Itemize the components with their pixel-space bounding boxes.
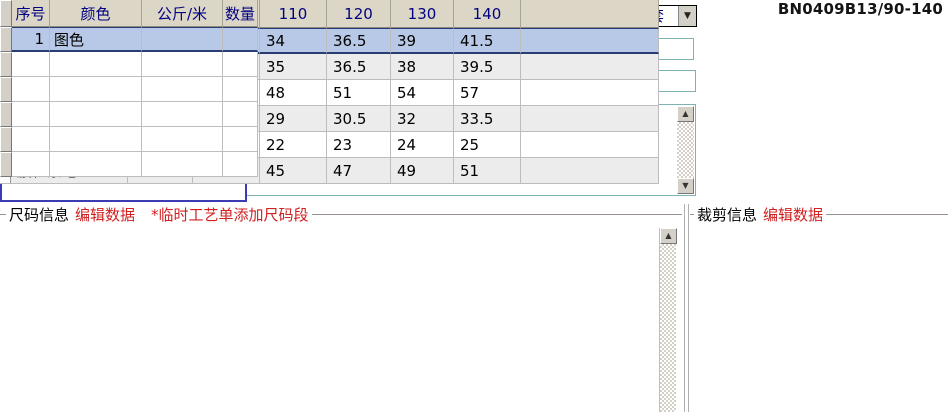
- cut-color-cell[interactable]: 图色: [50, 27, 142, 52]
- cut-empty-cell[interactable]: [12, 152, 50, 177]
- size-cell[interactable]: 34: [260, 28, 327, 54]
- size-cell[interactable]: 33.5: [454, 106, 521, 132]
- cut-col-header: 颜色: [50, 0, 142, 27]
- row-selector[interactable]: [0, 127, 12, 152]
- size-cell[interactable]: 22: [260, 132, 327, 158]
- size-col-header: 120: [327, 0, 391, 28]
- size-cell-filler: [521, 54, 659, 80]
- cut-col-header: 序号: [12, 0, 50, 27]
- scroll-up-icon[interactable]: ▲: [677, 106, 694, 122]
- panel-divider: [688, 204, 689, 412]
- size-cell[interactable]: 39.5: [454, 54, 521, 80]
- size-cell[interactable]: 36.5: [327, 28, 391, 54]
- cut-edit-data-link[interactable]: 编辑数据: [760, 204, 826, 225]
- size-cell[interactable]: 49: [391, 158, 454, 184]
- cut-empty-cell[interactable]: [142, 127, 223, 152]
- size-cell[interactable]: 41.5: [454, 28, 521, 54]
- size-cell-filler: [521, 80, 659, 106]
- size-cell[interactable]: 35: [260, 54, 327, 80]
- cut-empty-cell[interactable]: [223, 102, 258, 127]
- size-cell[interactable]: 39: [391, 28, 454, 54]
- size-table-scrollbar[interactable]: ▲: [659, 228, 677, 412]
- cut-seq-cell[interactable]: 1: [12, 27, 50, 52]
- remarks-scrollbar[interactable]: ▲ ▼: [677, 106, 694, 194]
- cut-empty-cell[interactable]: [223, 52, 258, 77]
- row-selector[interactable]: [0, 102, 12, 127]
- row-selector[interactable]: [0, 52, 12, 77]
- cut-kg-cell[interactable]: [142, 27, 223, 52]
- size-panel-header: 尺码信息 编辑数据 *临时工艺单添加尺码段: [0, 204, 682, 225]
- cut-empty-cell[interactable]: [142, 152, 223, 177]
- row-selector[interactable]: [0, 152, 12, 177]
- size-cell[interactable]: 48: [260, 80, 327, 106]
- size-cell[interactable]: 57: [454, 80, 521, 106]
- size-col-header: 140: [454, 0, 521, 28]
- chevron-down-icon[interactable]: ▼: [678, 6, 696, 26]
- size-cell-filler: [521, 132, 659, 158]
- cut-qty-cell[interactable]: [223, 27, 258, 52]
- cut-col-header: 数量: [223, 0, 258, 27]
- size-cell[interactable]: 25: [454, 132, 521, 158]
- row-selector[interactable]: [0, 27, 12, 52]
- cut-empty-cell[interactable]: [50, 127, 142, 152]
- size-cell[interactable]: 38: [391, 54, 454, 80]
- cut-empty-cell[interactable]: [223, 77, 258, 102]
- scroll-up-icon[interactable]: ▲: [660, 228, 677, 244]
- cut-table-corner: [0, 0, 12, 27]
- size-col-header: 110: [260, 0, 327, 28]
- size-cell[interactable]: 36.5: [327, 54, 391, 80]
- cut-empty-cell[interactable]: [50, 77, 142, 102]
- scroll-down-icon[interactable]: ▼: [677, 178, 694, 194]
- size-cell-filler: [521, 28, 659, 54]
- cut-empty-cell[interactable]: [12, 102, 50, 127]
- size-cell[interactable]: 29: [260, 106, 327, 132]
- cut-empty-cell[interactable]: [223, 127, 258, 152]
- cut-empty-cell[interactable]: [50, 52, 142, 77]
- cut-empty-cell[interactable]: [50, 102, 142, 127]
- batch-watermark: BN0409B13/90-140: [777, 0, 943, 18]
- size-cell-filler: [521, 106, 659, 132]
- cut-panel-title: 裁剪信息: [697, 205, 758, 224]
- size-add-range-link[interactable]: *临时工艺单添加尺码段: [148, 204, 312, 225]
- cut-empty-cell[interactable]: [50, 152, 142, 177]
- size-edit-data-link[interactable]: 编辑数据: [72, 204, 138, 225]
- size-cell-filler: [521, 158, 659, 184]
- cut-empty-cell[interactable]: [142, 102, 223, 127]
- size-cell[interactable]: 24: [391, 132, 454, 158]
- cut-empty-cell[interactable]: [142, 52, 223, 77]
- cut-panel-header: 裁剪信息 编辑数据: [690, 204, 948, 225]
- size-cell[interactable]: 30.5: [327, 106, 391, 132]
- cut-col-header: 公斤/米: [142, 0, 223, 27]
- cut-empty-cell[interactable]: [12, 77, 50, 102]
- cut-table: 序号 颜色 公斤/米 数量 1 图色: [0, 0, 258, 177]
- size-cell[interactable]: 32: [391, 106, 454, 132]
- cut-empty-cell[interactable]: [142, 77, 223, 102]
- size-cell[interactable]: 45: [260, 158, 327, 184]
- size-cell[interactable]: 23: [327, 132, 391, 158]
- panel-divider: [684, 204, 685, 412]
- row-selector[interactable]: [0, 77, 12, 102]
- size-cell[interactable]: 51: [454, 158, 521, 184]
- size-panel-title: 尺码信息: [9, 205, 70, 224]
- cut-empty-cell[interactable]: [223, 152, 258, 177]
- size-col-header: 130: [391, 0, 454, 28]
- size-cell[interactable]: 47: [327, 158, 391, 184]
- size-cell[interactable]: 51: [327, 80, 391, 106]
- size-col-header-filler: [521, 0, 659, 28]
- cut-empty-cell[interactable]: [12, 127, 50, 152]
- size-cell[interactable]: 54: [391, 80, 454, 106]
- cut-empty-cell[interactable]: [12, 52, 50, 77]
